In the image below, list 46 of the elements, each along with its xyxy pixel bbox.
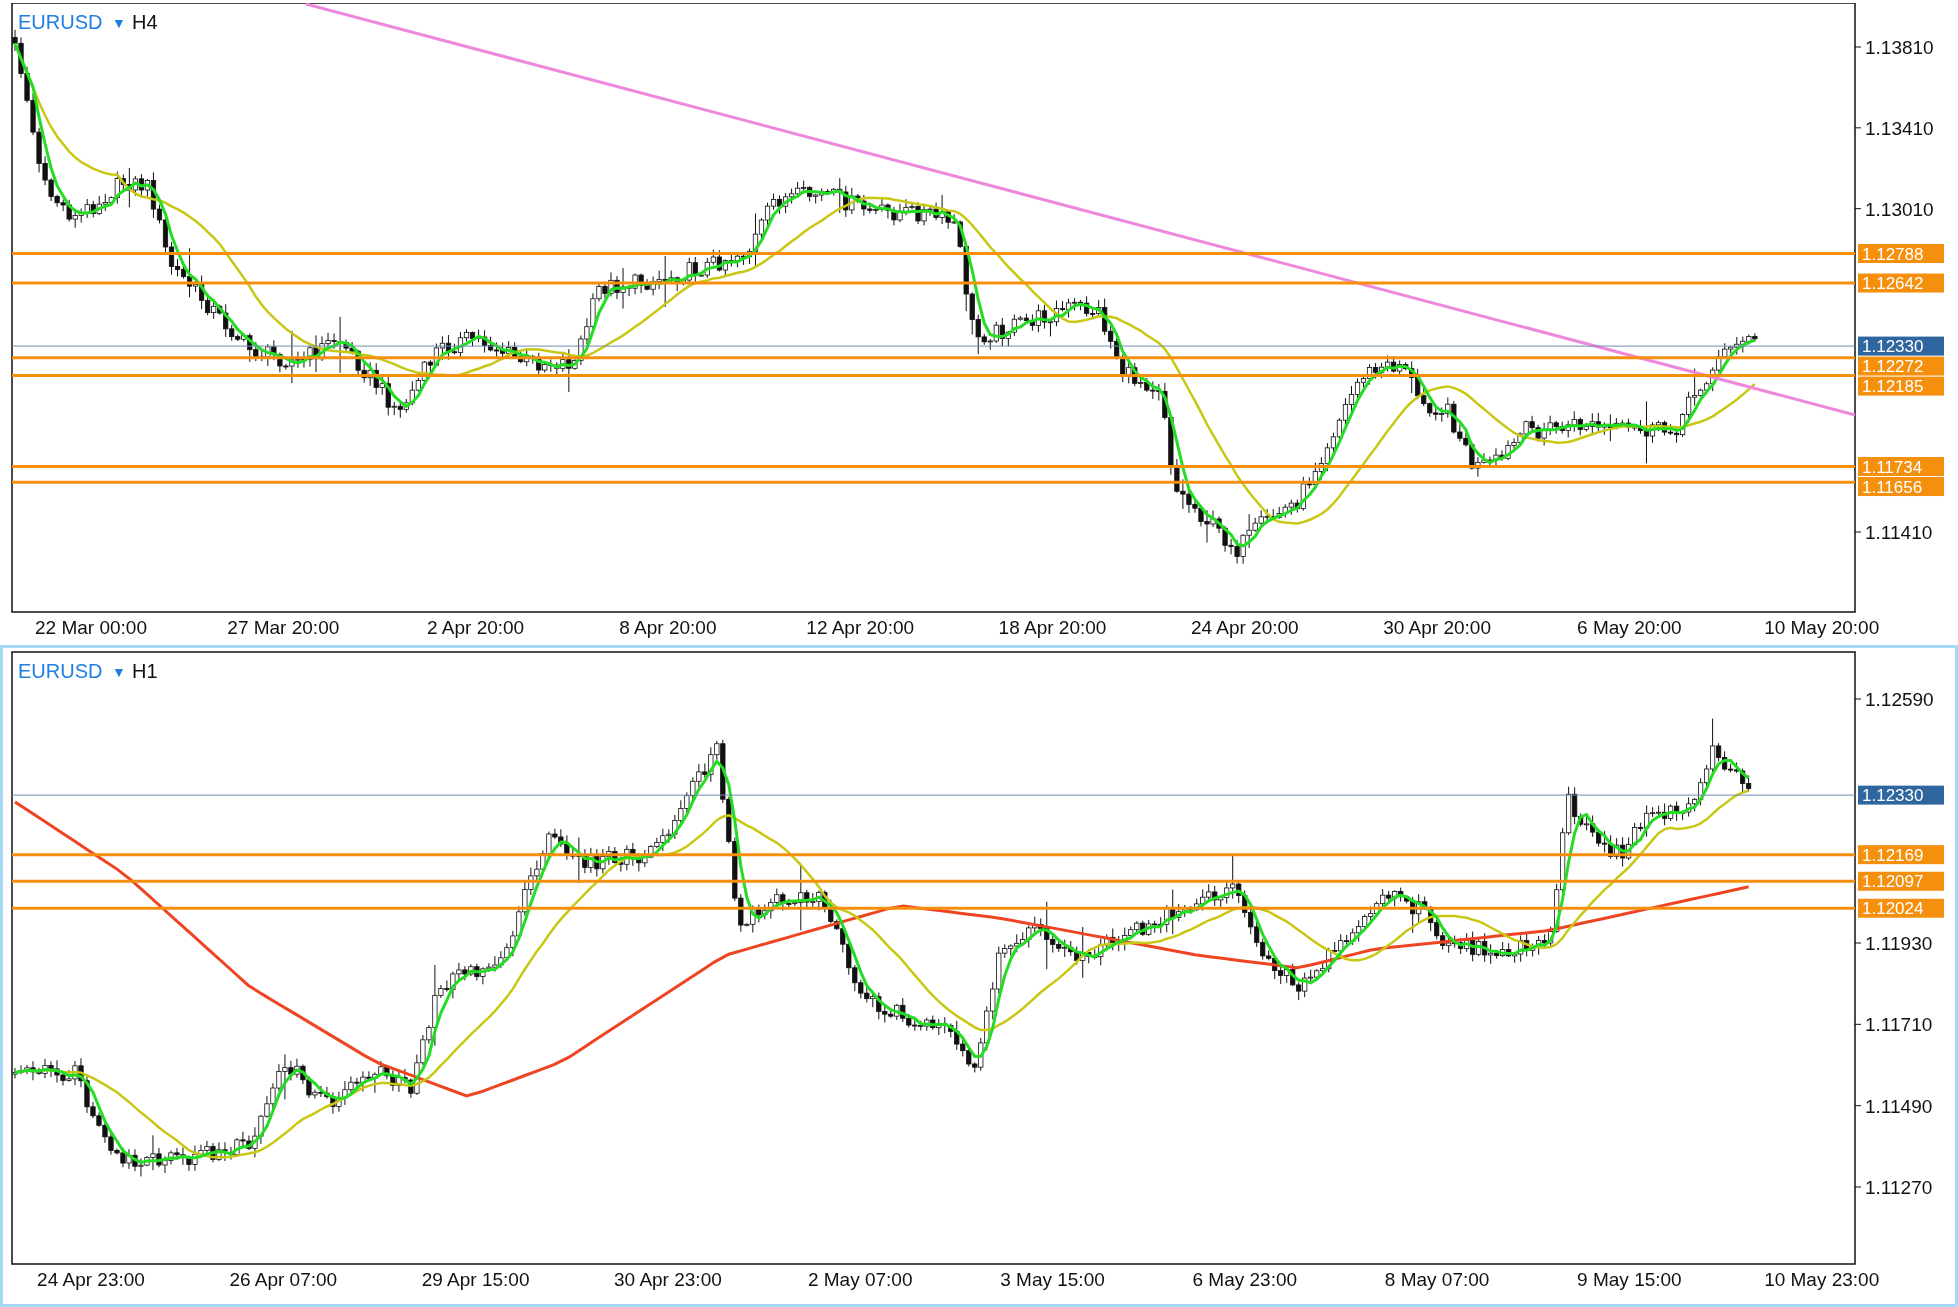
price-label: 1.13810 <box>1865 37 1934 58</box>
time-label: 12 Apr 20:00 <box>806 617 915 638</box>
time-label: 24 Apr 20:00 <box>1190 617 1299 638</box>
time-label: 24 Apr 23:00 <box>37 1269 145 1290</box>
timeframe-label: H1 <box>132 660 158 682</box>
price-badge: 1.11656 <box>1858 477 1944 497</box>
time-label: 8 Apr 20:00 <box>619 617 717 638</box>
time-label: 22 Mar 00:00 <box>35 617 147 638</box>
time-label: 6 May 20:00 <box>1577 617 1682 638</box>
time-label: 8 May 07:00 <box>1384 1269 1490 1290</box>
caret-icon[interactable]: ▼ <box>112 15 126 31</box>
symbol-label[interactable]: EURUSD <box>18 11 103 33</box>
time-label: 30 Apr 20:00 <box>1383 617 1491 638</box>
price-badge: 1.12169 <box>1858 845 1944 865</box>
price-badge: 1.12330 <box>1858 336 1944 357</box>
time-label: 10 May 20:00 <box>1764 617 1880 638</box>
price-label: 1.12590 <box>1865 689 1934 710</box>
time-label: 10 May 23:00 <box>1764 1269 1880 1290</box>
price-label: 1.13010 <box>1865 198 1934 220</box>
price-label: 1.11410 <box>1865 522 1933 543</box>
time-label: 2 May 07:00 <box>807 1269 913 1290</box>
symbol-label[interactable]: EURUSD <box>18 660 103 682</box>
price-badge: 1.12788 <box>1858 244 1944 264</box>
price-badge: 1.12272 <box>1858 356 1944 377</box>
price-label: 1.13410 <box>1865 117 1934 139</box>
time-label: 2 Apr 20:00 <box>427 617 525 638</box>
time-label: 30 Apr 23:00 <box>614 1269 722 1290</box>
time-label: 18 Apr 20:00 <box>998 617 1107 638</box>
price-badge: 1.11734 <box>1858 457 1944 477</box>
price-badge: 1.12642 <box>1858 273 1944 294</box>
timeframe-label: H4 <box>132 11 158 33</box>
time-label: 9 May 15:00 <box>1577 1269 1682 1290</box>
price-label: 1.11270 <box>1865 1177 1933 1198</box>
price-label: 1.11710 <box>1865 1014 1933 1036</box>
price-badge: 1.12024 <box>1858 898 1944 919</box>
time-label: 6 May 23:00 <box>1192 1269 1298 1290</box>
time-label: 26 Apr 07:00 <box>229 1269 338 1290</box>
price-badge: 1.12185 <box>1858 376 1944 397</box>
time-label: 27 Mar 20:00 <box>227 617 340 638</box>
price-label: 1.11930 <box>1865 933 1933 954</box>
time-label: 29 Apr 15:00 <box>421 1269 530 1290</box>
price-badge: 1.12330 <box>1858 785 1944 806</box>
price-label: 1.11490 <box>1865 1095 1933 1117</box>
caret-icon[interactable]: ▼ <box>112 664 126 680</box>
price-badge: 1.12097 <box>1858 871 1944 892</box>
time-label: 3 May 15:00 <box>1000 1269 1105 1290</box>
